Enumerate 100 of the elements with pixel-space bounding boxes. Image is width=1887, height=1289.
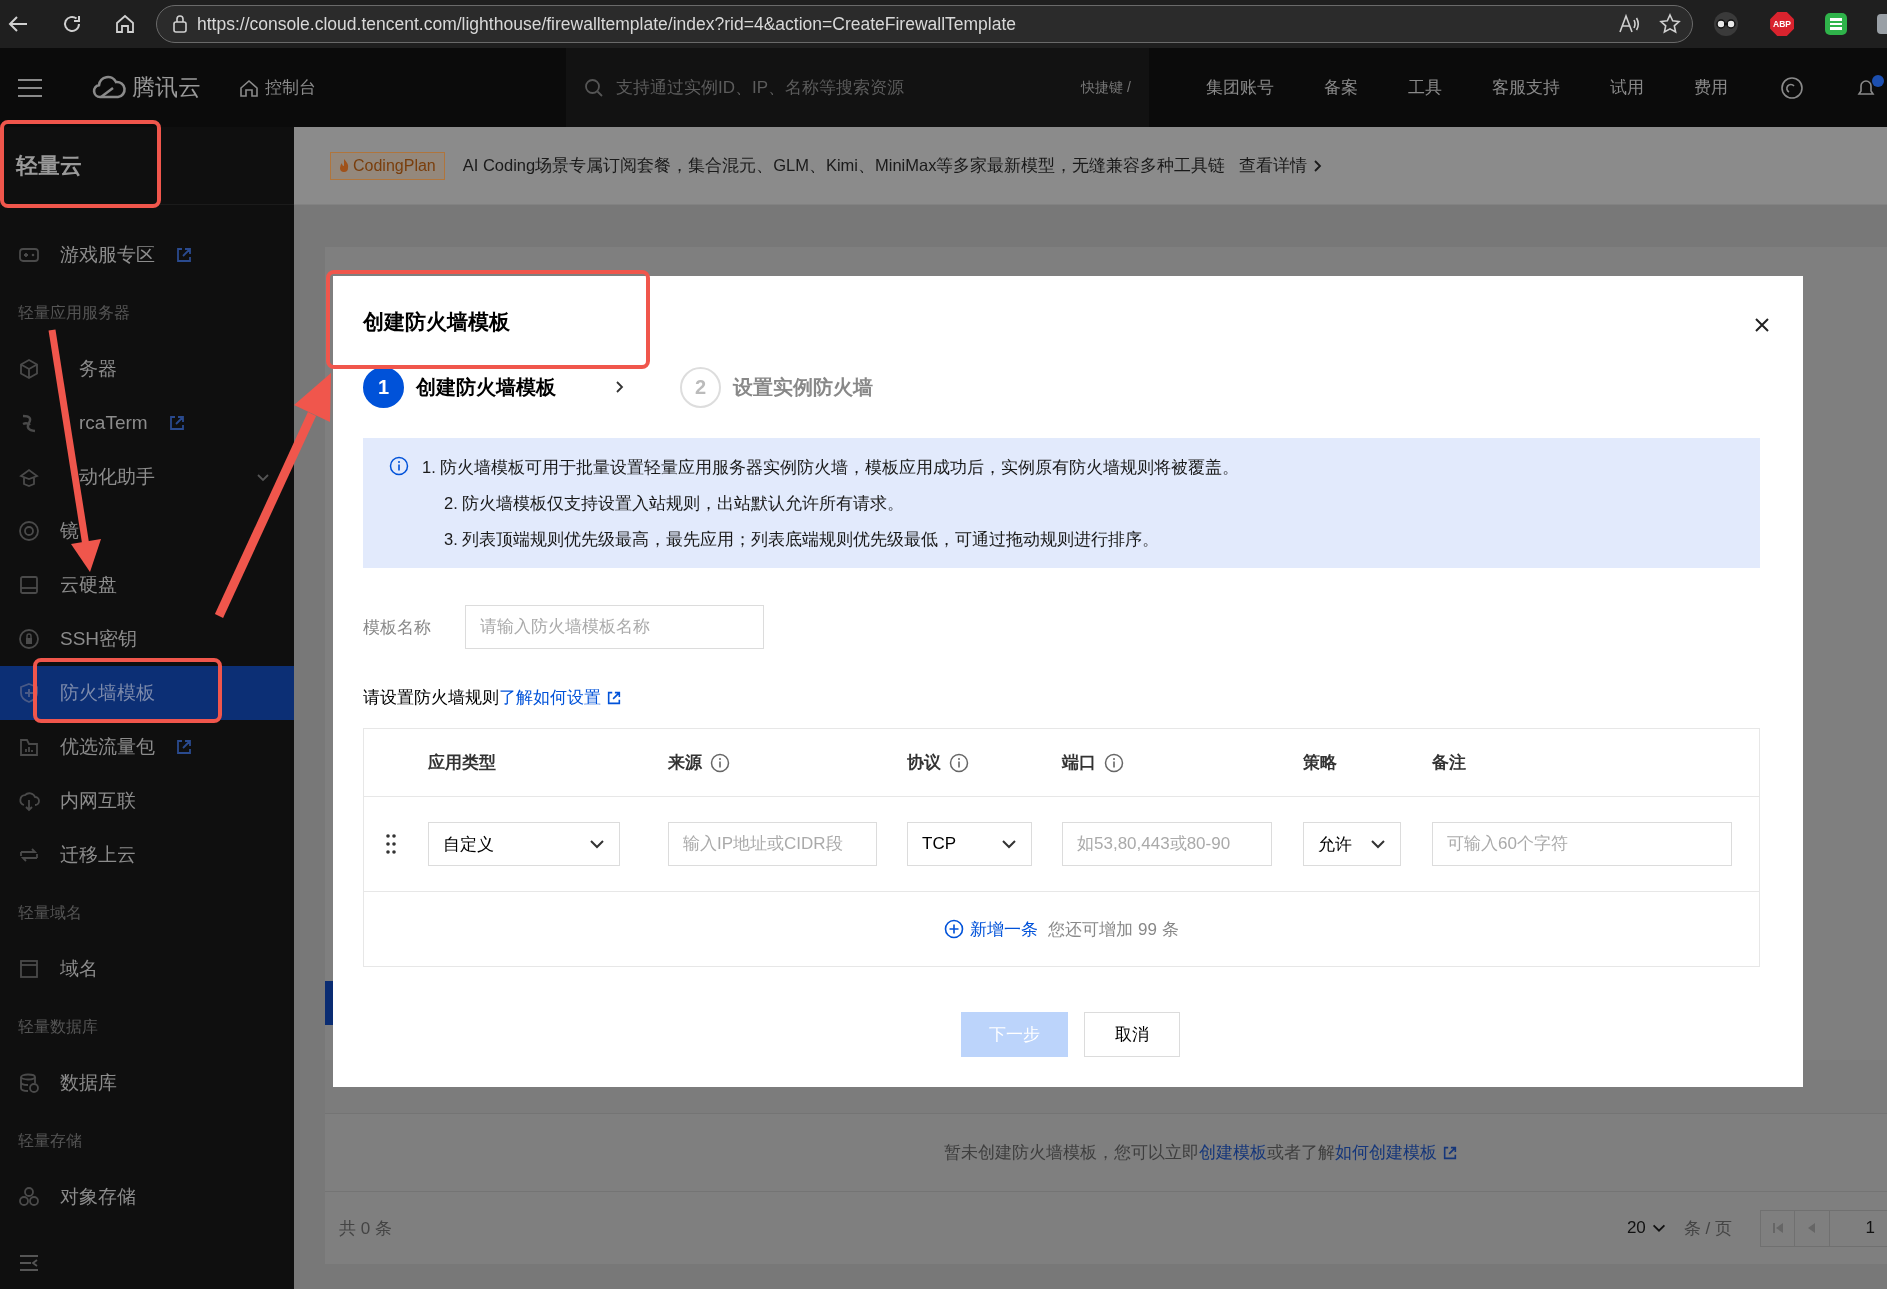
step-number: 1 — [363, 366, 404, 408]
sidebar-item[interactable]: 防火墙模板 — [0, 666, 294, 720]
step-label: 创建防火墙模板 — [416, 374, 556, 400]
info-icon — [389, 456, 409, 476]
info-icon[interactable] — [949, 752, 969, 773]
shortcut-hint: 快捷键 / — [1081, 78, 1131, 97]
nav-link[interactable]: 备案 — [1324, 76, 1358, 99]
page-size-select[interactable]: 20 — [1626, 1218, 1668, 1238]
remaining-count: 您还可增加 99 条 — [1048, 918, 1179, 941]
close-icon[interactable] — [1753, 316, 1771, 334]
select-field[interactable]: 自定义 — [428, 822, 620, 866]
help-link[interactable]: 了解如何设置 — [499, 686, 601, 710]
add-rule-link[interactable]: 新增一条 — [944, 917, 1039, 941]
external-link-icon[interactable] — [606, 690, 622, 706]
cloud-logo-icon — [91, 74, 127, 101]
sidebar-item[interactable]: 务器 — [0, 342, 294, 396]
sidebar-item[interactable]: 对象存储 — [0, 1170, 294, 1224]
home-icon[interactable] — [239, 77, 259, 98]
column-header: 备注 — [1432, 752, 1466, 774]
sidebar-item[interactable]: 动化助手 — [0, 450, 294, 504]
search-placeholder: 支持通过实例ID、IP、名称等搜索资源 — [616, 77, 906, 99]
folder-chart-icon — [18, 736, 40, 758]
collapse-icon[interactable] — [18, 1254, 40, 1272]
sidebar-group-label: 轻量数据库 — [17, 1016, 99, 1037]
nav-link[interactable]: 客服支持 — [1492, 76, 1560, 99]
drive-icon — [18, 574, 40, 596]
sidebar-item[interactable]: 游戏服专区 — [0, 228, 294, 282]
search-icon — [584, 77, 604, 98]
menu-icon[interactable] — [16, 76, 44, 99]
sidebar-item[interactable]: SSH密钥 — [0, 612, 294, 666]
sidebar-item[interactable]: 内网互联 — [0, 774, 294, 828]
window-icon — [18, 958, 40, 980]
empty-state-text: 暂未创建防火墙模板，您可以立即创建模板或者了解如何创建模板 — [944, 1141, 1458, 1164]
nav-link[interactable]: 试用 — [1610, 76, 1644, 99]
per-page-label: 条 / 页 — [1683, 1217, 1732, 1240]
column-header: 来源 — [668, 752, 702, 774]
sidebar-item[interactable]: 数据库 — [0, 1056, 294, 1110]
text-input[interactable]: 输入IP地址或CIDR段 — [668, 822, 877, 866]
sidebar-item[interactable]: 优选流量包 — [0, 720, 294, 774]
notice-line: 2. 防火墙模板仅支持设置入站规则，出站默认允许所有请求。 — [443, 493, 906, 514]
key-lock-icon — [18, 628, 40, 650]
home-icon[interactable] — [113, 12, 137, 36]
prev-page-icon — [1806, 1222, 1818, 1234]
page-input[interactable]: 1 — [1830, 1209, 1887, 1247]
field-label: 模板名称 — [363, 616, 432, 639]
disc-icon — [18, 520, 40, 542]
nav-link[interactable]: 集团账号 — [1206, 76, 1274, 99]
database-icon — [18, 1072, 40, 1094]
hat-icon — [18, 466, 40, 488]
template-name-input[interactable]: 请输入防火墙模板名称 — [465, 605, 764, 649]
sidebar-item[interactable]: 迁移上云 — [0, 828, 294, 882]
how-to-create-link[interactable]: 如何创建模板 — [1335, 1141, 1437, 1164]
nav-link[interactable]: 工具 — [1408, 76, 1442, 99]
glasses-icon[interactable] — [1712, 11, 1741, 37]
create-template-link[interactable]: 创建模板 — [1199, 1141, 1267, 1164]
sidebar-item[interactable]: 云硬盘 — [0, 558, 294, 612]
sidebar-item[interactable]: 域名 — [0, 942, 294, 996]
select-field[interactable]: TCP — [907, 822, 1032, 866]
nav-link[interactable]: 费用 — [1694, 76, 1728, 99]
plus-circle-icon — [944, 919, 965, 939]
sidebar-group-label: 轻量应用服务器 — [17, 302, 131, 323]
search-field[interactable]: 支持通过实例ID、IP、名称等搜索资源 快捷键 / — [566, 48, 1149, 127]
first-page-icon — [1771, 1222, 1784, 1234]
help-icon[interactable] — [1780, 75, 1804, 100]
announcement-text: AI Coding场景专属订阅套餐，集合混元、GLM、Kimi、MiniMax等多家最新模型，无缝兼容多种工具链 — [462, 154, 1226, 176]
notice-line: 3. 列表顶端规则优先级最高，最先应用；列表底端规则优先级最低，可通过拖动规则进行排序。 — [443, 529, 1161, 550]
lock-icon — [171, 14, 189, 34]
rules-hint-text: 请设置防火墙规则 — [363, 687, 499, 709]
column-header: 策略 — [1303, 752, 1337, 774]
sidebar-group-label: 轻量存储 — [17, 1130, 83, 1151]
app-extension-icon[interactable] — [1824, 12, 1848, 36]
shield-icon — [18, 682, 40, 704]
info-icon[interactable] — [710, 752, 730, 773]
console-link[interactable]: 控制台 — [265, 76, 316, 99]
notice-line: 1. 防火墙模板可用于批量设置轻量应用服务器实例防火墙，模板应用成功后，实例原有防火墙规则将被覆盖。 — [422, 457, 1240, 478]
drag-handle-icon[interactable] — [385, 833, 397, 855]
column-header: 应用类型 — [428, 752, 496, 774]
external-link-icon[interactable] — [1442, 1144, 1458, 1161]
sidebar-item[interactable]: rcaTerm — [0, 396, 294, 450]
cube-icon — [18, 358, 40, 380]
cancel-button[interactable]: 取消 — [1083, 1012, 1180, 1057]
step-label: 设置实例防火墙 — [733, 374, 873, 400]
info-icon[interactable] — [1104, 752, 1124, 773]
sidebar-item[interactable]: 镜 — [0, 504, 294, 558]
button-edge — [325, 981, 333, 1025]
address-bar[interactable]: https://console.cloud.tencent.com/lighthouse/firewalltemplate/index?rid=4&action=CreateFirewallTemplate — [156, 5, 1694, 43]
modal-title: 创建防火墙模板 — [363, 309, 510, 335]
select-field[interactable]: 允许 — [1303, 822, 1401, 866]
brand-name[interactable]: 腾讯云 — [132, 72, 201, 103]
star-icon[interactable] — [1658, 12, 1683, 36]
text-input[interactable]: 如53,80,443或80-90 — [1062, 822, 1272, 866]
cloud-download-icon — [18, 790, 40, 812]
step-number: 2 — [680, 366, 721, 408]
text-input[interactable]: 可输入60个字符 — [1432, 822, 1732, 866]
column-header: 端口 — [1062, 752, 1096, 774]
total-count: 共 0 条 — [339, 1217, 392, 1240]
details-link[interactable]: 查看详情 — [1239, 154, 1324, 177]
external-link-icon — [175, 246, 193, 264]
adblock-icon[interactable]: ABP — [1770, 12, 1794, 36]
external-link-icon — [167, 414, 186, 432]
